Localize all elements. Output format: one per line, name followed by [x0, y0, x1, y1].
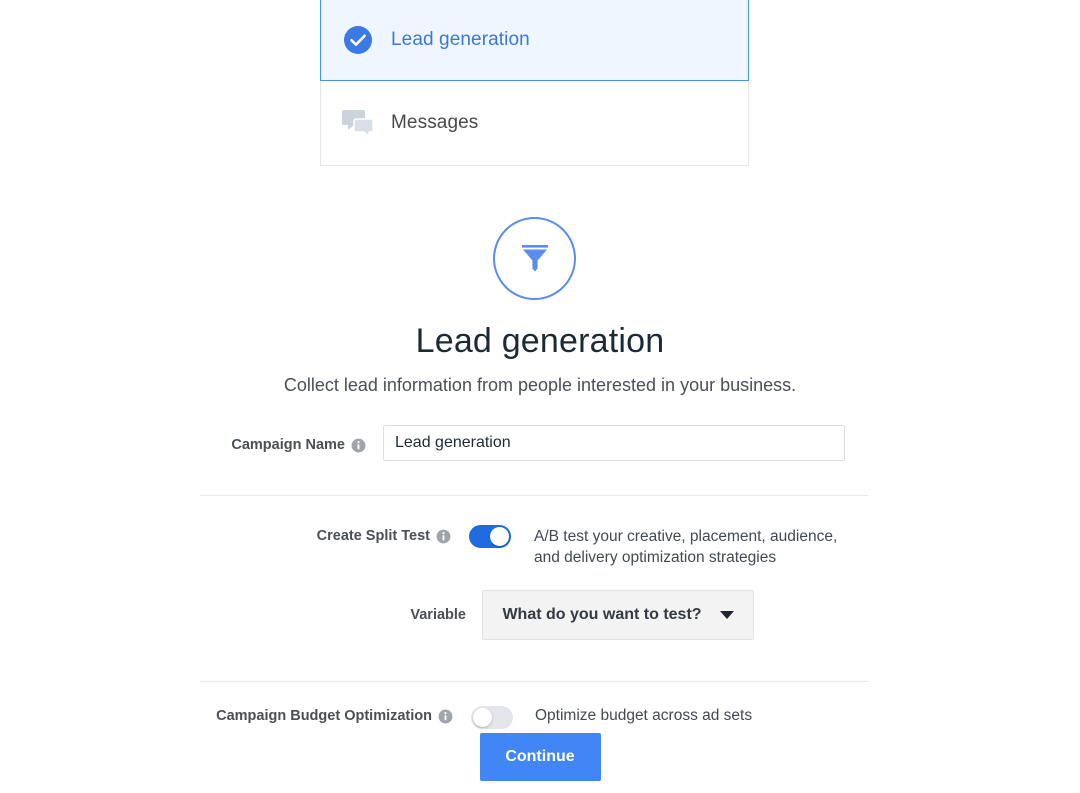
variable-label-text: Variable	[410, 607, 466, 623]
objective-item-lead-generation[interactable]: Lead generation	[320, 0, 749, 81]
campaign-form: Campaign Name Create Split Test	[200, 425, 870, 729]
divider	[200, 495, 868, 496]
budget-optimization-label: Campaign Budget Optimization	[200, 708, 453, 724]
variable-dropdown-value: What do you want to test?	[502, 606, 702, 623]
check-circle-icon	[341, 23, 375, 57]
budget-optimization-toggle[interactable]	[471, 706, 513, 729]
divider	[200, 681, 868, 682]
split-test-label: Create Split Test	[200, 522, 451, 544]
variable-dropdown[interactable]: What do you want to test?	[482, 590, 754, 640]
campaign-name-label-text: Campaign Name	[231, 437, 345, 453]
toggle-knob	[490, 527, 509, 546]
objective-item-messages[interactable]: Messages	[321, 81, 748, 165]
page-title: Lead generation	[415, 322, 665, 360]
objective-list: Lead generation Messages	[320, 0, 749, 166]
budget-optimization-label-text: Campaign Budget Optimization	[216, 708, 432, 724]
campaign-name-row: Campaign Name	[200, 425, 870, 461]
split-test-row: Create Split Test A/B test your creative…	[200, 522, 870, 568]
funnel-icon	[513, 234, 557, 283]
chevron-down-icon	[719, 611, 734, 619]
toggle-knob	[473, 708, 492, 727]
info-icon[interactable]	[351, 438, 366, 453]
split-test-label-text: Create Split Test	[316, 528, 430, 544]
page-subtitle: Collect lead information from people int…	[283, 375, 797, 395]
footer-actions: Continue	[0, 733, 1080, 781]
continue-button[interactable]: Continue	[479, 733, 601, 781]
objective-item-label: Messages	[391, 112, 479, 133]
campaign-name-label: Campaign Name	[200, 425, 366, 453]
budget-optimization-row: Campaign Budget Optimization Optimize bu…	[200, 703, 870, 729]
info-icon[interactable]	[436, 529, 451, 544]
info-icon[interactable]	[438, 709, 453, 724]
variable-row: Variable What do you want to test?	[200, 590, 870, 640]
variable-label: Variable	[200, 607, 466, 623]
split-test-toggle[interactable]	[469, 525, 511, 548]
campaign-name-input[interactable]	[383, 425, 845, 461]
split-test-description: A/B test your creative, placement, audie…	[534, 528, 838, 566]
funnel-icon-badge	[493, 217, 576, 300]
budget-optimization-description: Optimize budget across ad sets	[535, 707, 753, 724]
speech-bubbles-icon	[341, 106, 375, 140]
objective-item-label: Lead generation	[391, 28, 530, 50]
